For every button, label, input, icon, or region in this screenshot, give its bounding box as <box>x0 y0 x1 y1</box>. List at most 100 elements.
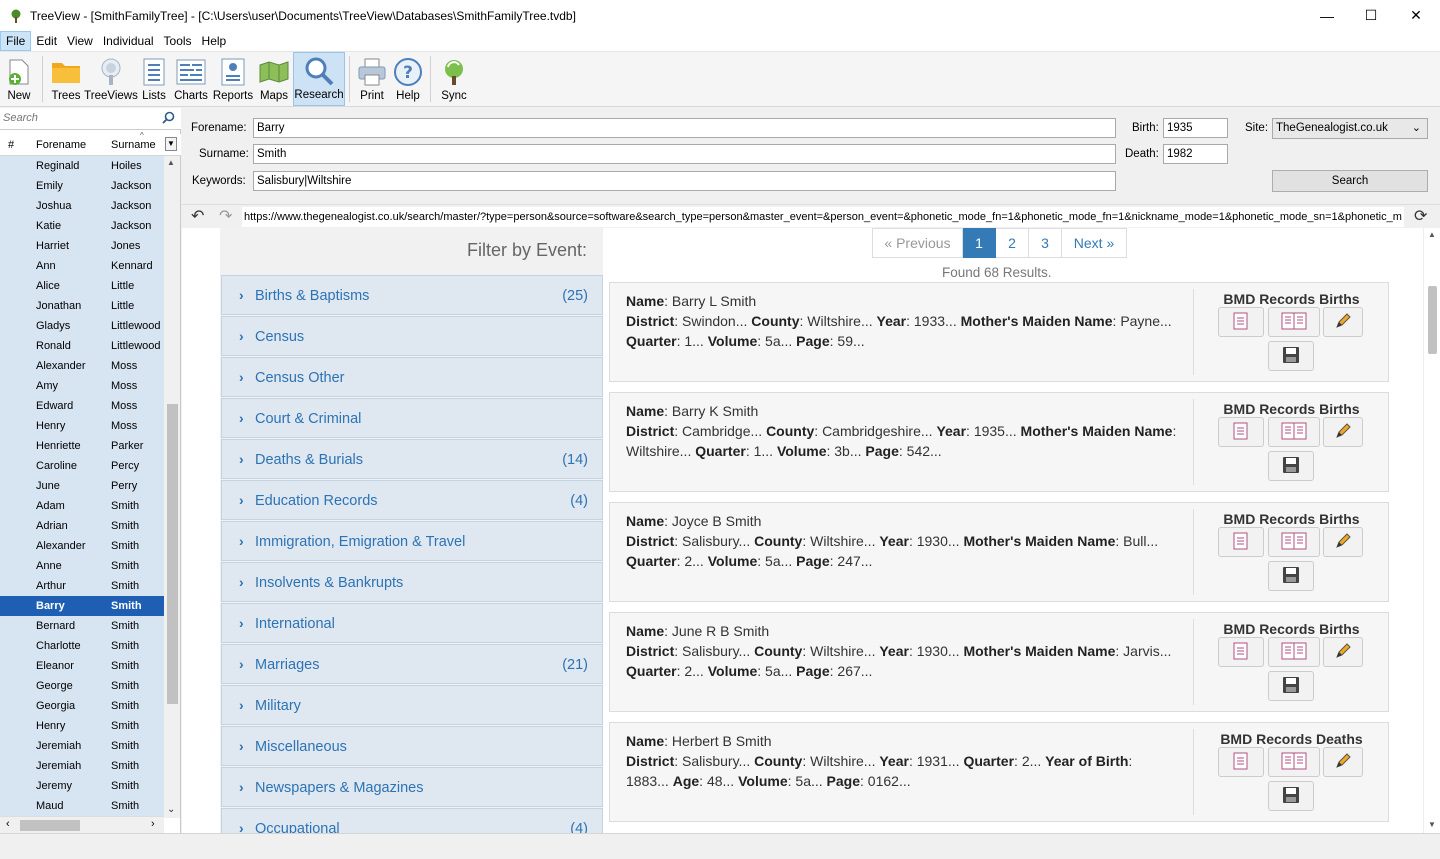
search-icon[interactable] <box>162 111 175 127</box>
filter-event-item[interactable]: › International <box>221 603 603 643</box>
close-button[interactable]: ✕ <box>1393 0 1439 31</box>
person-row[interactable]: Amy Moss <box>0 376 164 396</box>
browser-scrollbar[interactable]: ▲ ▼ <box>1423 228 1440 833</box>
trees-button[interactable]: Trees <box>47 52 85 106</box>
person-row[interactable]: Gladys Littlewood <box>0 316 164 336</box>
person-row[interactable]: June Perry <box>0 476 164 496</box>
minimize-button[interactable]: — <box>1304 0 1350 31</box>
person-row[interactable]: Adam Smith <box>0 496 164 516</box>
search-button[interactable]: Search <box>1272 170 1428 192</box>
birth-input[interactable]: 1935 <box>1163 118 1228 138</box>
person-row[interactable]: Barry Smith <box>0 596 164 616</box>
menu-edit[interactable]: Edit <box>31 31 62 51</box>
filter-event-item[interactable]: › Occupational (4) <box>221 808 603 833</box>
edit-pencil-button[interactable] <box>1323 417 1363 447</box>
save-disk-button[interactable] <box>1268 561 1314 591</box>
filter-event-item[interactable]: › Census Other <box>221 357 603 397</box>
view-image-button[interactable] <box>1218 417 1264 447</box>
hscrollbar-thumb[interactable] <box>20 820 80 831</box>
filter-event-item[interactable]: › Deaths & Burials (14) <box>221 439 603 479</box>
filter-event-item[interactable]: › Marriages (21) <box>221 644 603 684</box>
edit-pencil-button[interactable] <box>1323 527 1363 557</box>
person-row[interactable]: Arthur Smith <box>0 576 164 596</box>
back-arrow-icon[interactable]: ↶ <box>191 206 204 226</box>
forward-arrow-icon[interactable]: ↷ <box>219 206 232 226</box>
charts-button[interactable]: Charts <box>171 52 211 106</box>
view-image-button[interactable] <box>1218 527 1264 557</box>
page-2[interactable]: 2 <box>996 228 1029 258</box>
people-list-scrollbar[interactable]: ▲ ⌄ <box>164 156 180 818</box>
new-button[interactable]: New <box>0 52 38 106</box>
site-select[interactable]: TheGenealogist.co.uk ⌄ <box>1272 118 1428 139</box>
scroll-up-icon[interactable]: ▲ <box>1428 230 1436 239</box>
filter-event-item[interactable]: › Census <box>221 316 603 356</box>
person-row[interactable]: Alice Little <box>0 276 164 296</box>
column-chooser-icon[interactable]: ▼ <box>165 137 177 151</box>
lists-button[interactable]: Lists <box>137 52 171 106</box>
person-row[interactable]: Bernard Smith <box>0 616 164 636</box>
save-disk-button[interactable] <box>1268 781 1314 811</box>
save-disk-button[interactable] <box>1268 341 1314 371</box>
page-1[interactable]: 1 <box>963 228 996 258</box>
filter-event-item[interactable]: › Military <box>221 685 603 725</box>
person-row[interactable]: George Smith <box>0 676 164 696</box>
next-page[interactable]: Next » <box>1062 228 1127 258</box>
view-image-button[interactable] <box>1218 307 1264 337</box>
save-disk-button[interactable] <box>1268 451 1314 481</box>
person-row[interactable]: Henry Moss <box>0 416 164 436</box>
person-row[interactable]: Caroline Percy <box>0 456 164 476</box>
person-row[interactable]: Jeremiah Smith <box>0 736 164 756</box>
scroll-down-icon[interactable]: ⌄ <box>167 804 175 815</box>
person-row[interactable]: Emily Jackson <box>0 176 164 196</box>
maximize-button[interactable]: ☐ <box>1348 0 1394 31</box>
surname-input[interactable]: Smith <box>253 144 1116 164</box>
person-row[interactable]: Katie Jackson <box>0 216 164 236</box>
filter-event-item[interactable]: › Education Records (4) <box>221 480 603 520</box>
scroll-right-icon[interactable]: › <box>151 818 155 830</box>
scrollbar-thumb[interactable] <box>1428 286 1437 354</box>
save-disk-button[interactable] <box>1268 671 1314 701</box>
forename-input[interactable]: Barry <box>253 118 1116 138</box>
filter-event-item[interactable]: › Miscellaneous <box>221 726 603 766</box>
transcript-button[interactable] <box>1268 527 1320 557</box>
page-3[interactable]: 3 <box>1029 228 1062 258</box>
transcript-button[interactable] <box>1268 417 1320 447</box>
person-row[interactable]: Maud Smith <box>0 796 164 816</box>
reports-button[interactable]: Reports <box>211 52 255 106</box>
person-row[interactable]: Jonathan Little <box>0 296 164 316</box>
person-row[interactable]: Alexander Smith <box>0 536 164 556</box>
people-list-hscrollbar[interactable]: ‹ › <box>0 816 164 833</box>
scroll-left-icon[interactable]: ‹ <box>6 818 10 830</box>
death-input[interactable]: 1982 <box>1163 144 1228 164</box>
scroll-down-icon[interactable]: ▼ <box>1428 820 1436 829</box>
menu-file[interactable]: File <box>0 31 32 51</box>
transcript-button[interactable] <box>1268 307 1320 337</box>
url-field[interactable]: https://www.thegenealogist.co.uk/search/… <box>242 207 1404 227</box>
previous-page[interactable]: « Previous <box>872 228 963 258</box>
person-row[interactable]: Harriet Jones <box>0 236 164 256</box>
sidebar-search-input[interactable] <box>0 108 155 128</box>
menu-tools[interactable]: Tools <box>159 31 197 51</box>
refresh-icon[interactable]: ⟳ <box>1414 206 1427 226</box>
edit-pencil-button[interactable] <box>1323 747 1363 777</box>
edit-pencil-button[interactable] <box>1323 637 1363 667</box>
filter-event-item[interactable]: › Newspapers & Magazines <box>221 767 603 807</box>
menu-individual[interactable]: Individual <box>98 31 159 51</box>
person-row[interactable]: Edward Moss <box>0 396 164 416</box>
person-row[interactable]: Reginald Hoiles <box>0 156 164 176</box>
view-image-button[interactable] <box>1218 747 1264 777</box>
menu-help[interactable]: Help <box>197 31 232 51</box>
column-forename[interactable]: Forename <box>36 139 86 151</box>
scrollbar-thumb[interactable] <box>167 404 178 704</box>
person-row[interactable]: Alexander Moss <box>0 356 164 376</box>
person-row[interactable]: Henriette Parker <box>0 436 164 456</box>
filter-event-item[interactable]: › Insolvents & Bankrupts <box>221 562 603 602</box>
person-row[interactable]: Anne Smith <box>0 556 164 576</box>
column-number[interactable]: # <box>8 139 14 151</box>
person-row[interactable]: Jeremiah Smith <box>0 756 164 776</box>
keywords-input[interactable]: Salisbury|Wiltshire <box>253 171 1116 191</box>
person-row[interactable]: Ronald Littlewood <box>0 336 164 356</box>
person-row[interactable]: Jeremy Smith <box>0 776 164 796</box>
edit-pencil-button[interactable] <box>1323 307 1363 337</box>
filter-event-item[interactable]: › Births & Baptisms (25) <box>221 275 603 315</box>
